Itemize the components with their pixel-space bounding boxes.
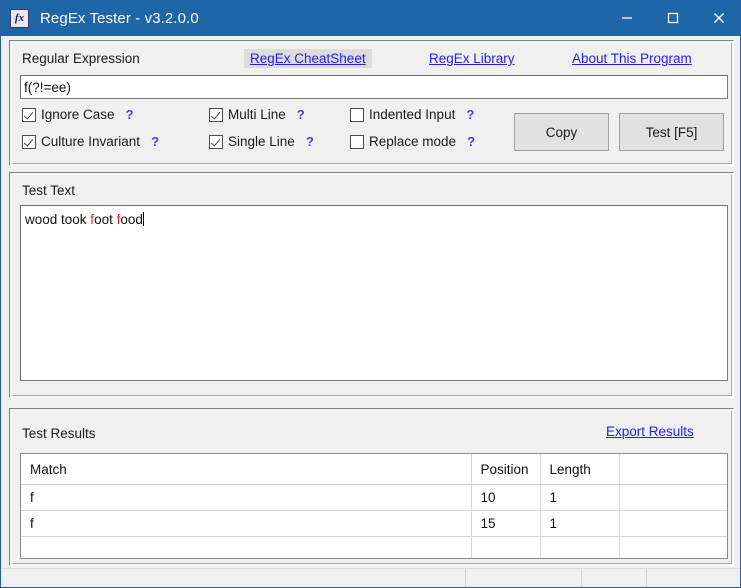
test-text-seg-4: ood <box>120 212 143 227</box>
checkbox-replace-mode-box[interactable] <box>350 134 364 149</box>
results-panel: Test Results Export Results Match Positi… <box>9 408 734 566</box>
test-text-seg-0: wood took <box>25 212 91 227</box>
column-header-position[interactable]: Position <box>471 454 541 485</box>
titlebar: fx RegEx Tester - v3.2.0.0 <box>1 0 740 36</box>
cell-match <box>21 536 472 558</box>
checkbox-indented-input[interactable]: Indented Input ? <box>350 107 474 122</box>
checkbox-culture-invariant[interactable]: Culture Invariant ? <box>22 134 159 149</box>
cell-position: 15 <box>471 510 541 537</box>
cell-blank <box>619 484 727 511</box>
help-icon-single-line[interactable]: ? <box>306 134 314 149</box>
results-panel-inner: Test Results Export Results Match Positi… <box>11 410 732 564</box>
results-table[interactable]: Match Position Length f 10 1 f 15 1 <box>20 453 728 559</box>
checkbox-single-line-label: Single Line <box>228 134 295 149</box>
fx-app-icon: fx <box>10 8 29 28</box>
cell-length: 1 <box>540 510 620 537</box>
help-icon-replace-mode[interactable]: ? <box>467 134 475 149</box>
cell-blank <box>619 536 727 558</box>
cell-position <box>471 536 541 558</box>
close-icon[interactable] <box>696 0 740 36</box>
table-row[interactable]: f 10 1 <box>21 484 727 511</box>
maximize-icon[interactable] <box>650 0 696 36</box>
window-controls <box>604 0 740 36</box>
test-text-panel: Test Text wood took foot food <box>9 172 734 398</box>
about-this-program-link[interactable]: About This Program <box>572 51 692 66</box>
export-results-link[interactable]: Export Results <box>606 424 694 439</box>
table-row[interactable]: f 15 1 <box>21 510 727 537</box>
status-cell-4 <box>647 569 740 587</box>
help-icon-indented-input[interactable]: ? <box>466 107 474 122</box>
test-button[interactable]: Test [F5] <box>619 113 724 151</box>
checkbox-multi-line[interactable]: Multi Line ? <box>209 107 305 122</box>
regex-tester-window: fx RegEx Tester - v3.2.0.0 Regular Expre… <box>0 0 741 588</box>
column-header-length[interactable]: Length <box>540 454 620 485</box>
table-header-row: Match Position Length <box>21 454 727 485</box>
checkbox-single-line[interactable]: Single Line ? <box>209 134 314 149</box>
cell-position: 10 <box>471 484 541 511</box>
regex-library-link[interactable]: RegEx Library <box>429 51 515 66</box>
test-text-panel-inner: Test Text wood took foot food <box>11 174 732 396</box>
cell-match: f <box>21 510 472 537</box>
column-header-blank[interactable] <box>619 454 727 485</box>
checkbox-ignore-case-box[interactable] <box>22 107 36 122</box>
checkbox-multi-line-label: Multi Line <box>228 107 286 122</box>
regex-cheatsheet-link[interactable]: RegEx CheatSheet <box>244 49 372 68</box>
column-header-match[interactable]: Match <box>21 454 472 485</box>
copy-button[interactable]: Copy <box>514 113 609 151</box>
checkbox-single-line-box[interactable] <box>209 134 223 149</box>
checkbox-ignore-case[interactable]: Ignore Case ? <box>22 107 134 122</box>
help-icon-ignore-case[interactable]: ? <box>126 107 134 122</box>
status-cell-3 <box>582 569 647 587</box>
text-caret <box>142 212 144 226</box>
checkbox-multi-line-box[interactable] <box>209 107 223 122</box>
statusbar <box>1 568 740 587</box>
status-cell-1 <box>1 569 466 587</box>
checkbox-replace-mode[interactable]: Replace mode ? <box>350 134 475 149</box>
test-text-label: Test Text <box>22 183 76 198</box>
test-text-input[interactable]: wood took foot food <box>20 205 728 381</box>
checkbox-culture-invariant-box[interactable] <box>22 134 36 149</box>
regex-input[interactable]: f(?!=ee) <box>20 75 728 99</box>
cell-blank <box>619 510 727 537</box>
regex-panel: Regular Expression RegEx CheatSheet RegE… <box>9 40 734 166</box>
table-row[interactable] <box>21 536 727 558</box>
checkbox-replace-mode-label: Replace mode <box>369 134 457 149</box>
test-results-label: Test Results <box>22 426 96 441</box>
minimize-icon[interactable] <box>604 0 650 36</box>
regex-panel-inner: Regular Expression RegEx CheatSheet RegE… <box>11 42 732 164</box>
status-cell-2 <box>466 569 582 587</box>
cell-length <box>540 536 620 558</box>
cell-match: f <box>21 484 472 511</box>
cell-length: 1 <box>540 484 620 511</box>
checkbox-indented-input-box[interactable] <box>350 107 364 122</box>
checkbox-ignore-case-label: Ignore Case <box>41 107 115 122</box>
regular-expression-label: Regular Expression <box>22 51 140 66</box>
regex-input-value: f(?!=ee) <box>24 80 71 95</box>
checkbox-culture-invariant-label: Culture Invariant <box>41 134 141 149</box>
help-icon-culture-invariant[interactable]: ? <box>151 134 159 149</box>
test-text-seg-2: oot <box>94 212 117 227</box>
checkbox-indented-input-label: Indented Input <box>369 107 456 122</box>
help-icon-multi-line[interactable]: ? <box>297 107 305 122</box>
window-title: RegEx Tester - v3.2.0.0 <box>40 9 199 27</box>
